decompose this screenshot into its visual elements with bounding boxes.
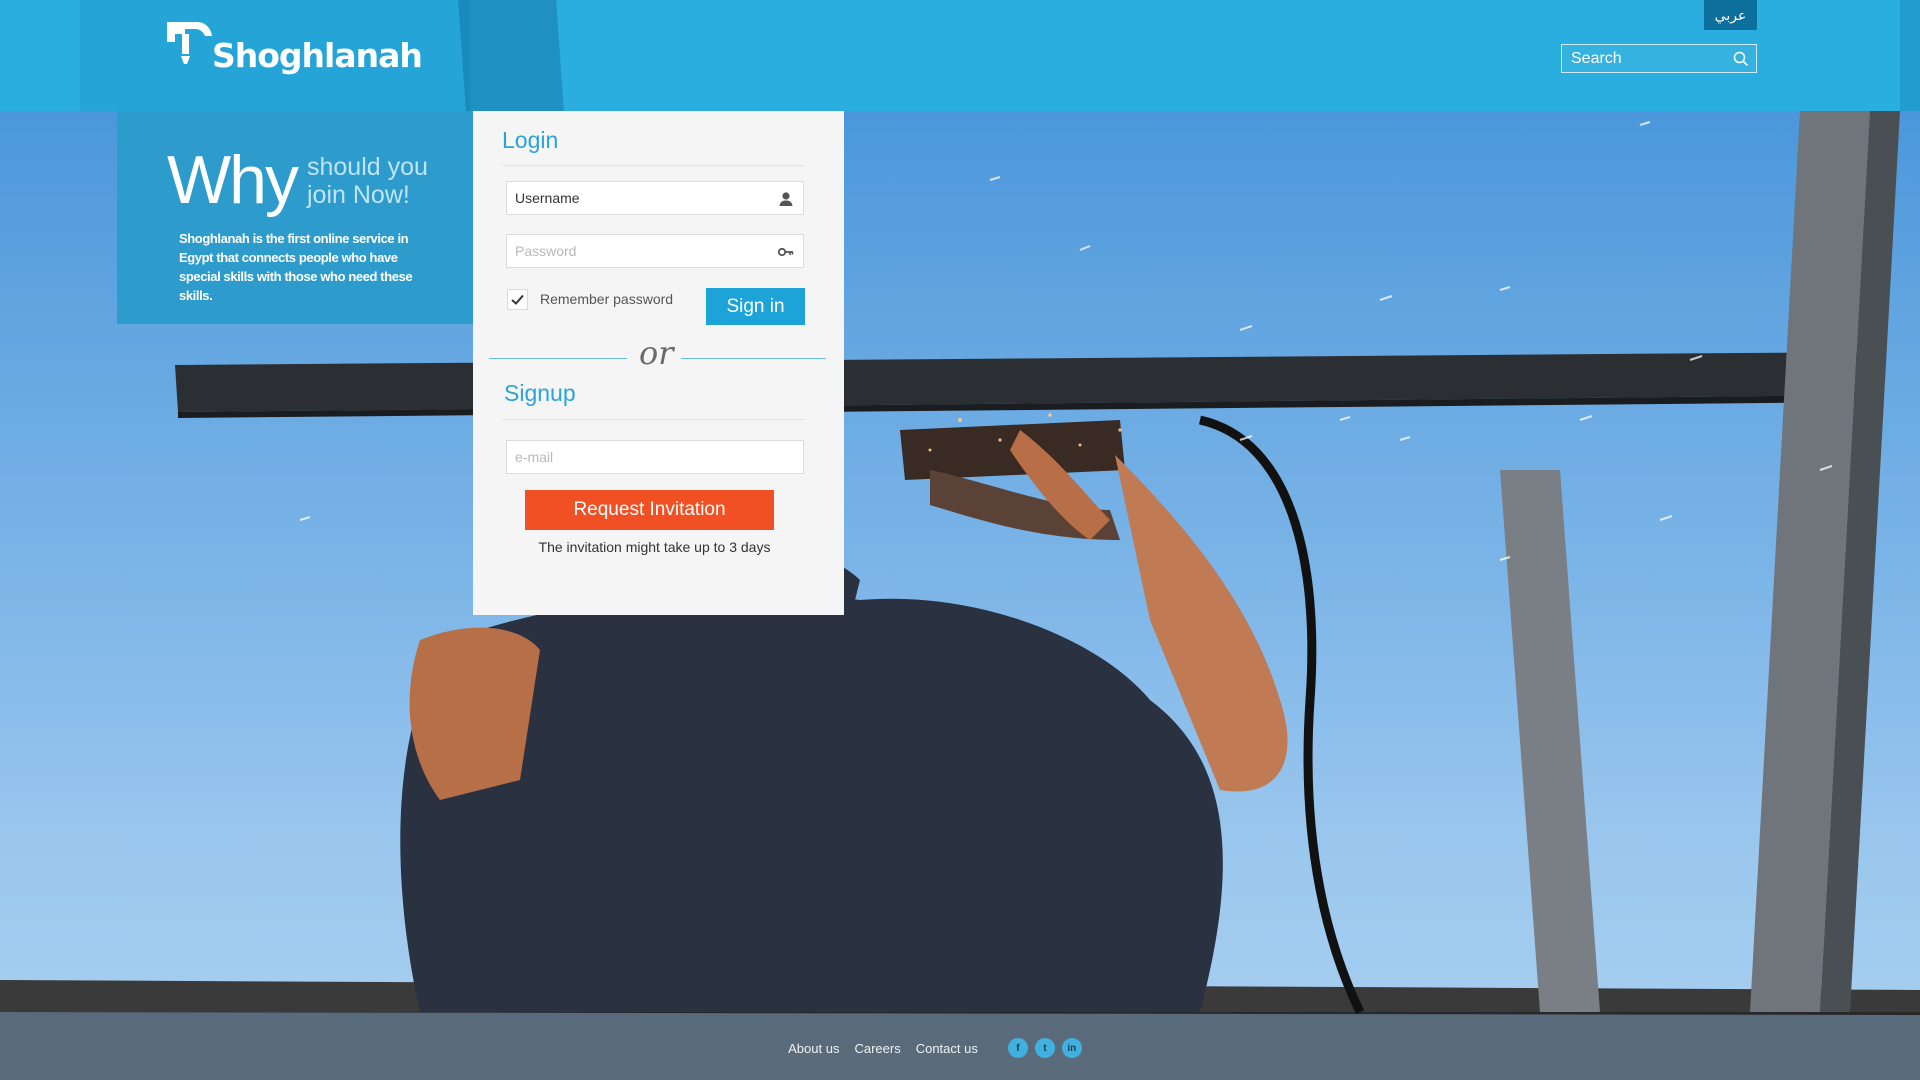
username-input[interactable] [507,182,803,214]
header-bar: Shoghlanah عربي [0,0,1920,111]
login-title-rule [502,165,805,166]
search-input[interactable] [1562,45,1730,72]
checkmark-icon [511,294,524,305]
twitter-icon[interactable]: t [1034,1038,1055,1058]
brand-name: Shoghlanah [212,36,423,75]
email-field [506,440,804,474]
footer-bar: About us Careers Contact us f t in [0,1012,1920,1080]
sign-in-button[interactable]: Sign in [706,288,805,325]
brand-logo[interactable]: Shoghlanah [165,20,423,82]
search-icon[interactable] [1732,50,1750,68]
header-shade [458,0,564,111]
divider-line-left [489,358,627,359]
username-field [506,181,804,215]
key-icon [777,247,794,257]
password-field [506,234,804,268]
footer-link-about-us[interactable]: About us [788,1041,839,1056]
invitation-note: The invitation might take up to 3 days [538,539,771,555]
request-invitation-button[interactable]: Request Invitation [525,490,774,530]
footer-link-contact-us[interactable]: Contact us [916,1041,978,1056]
linkedin-icon[interactable]: in [1061,1038,1082,1058]
facebook-icon[interactable]: f [1007,1038,1028,1058]
footer-nav: About us Careers Contact us f t in [0,1038,1920,1058]
signup-title-rule [502,419,805,420]
signup-title: Signup [504,380,576,406]
remember-password-label: Remember password [540,291,674,307]
search-box [1561,44,1757,73]
divider-line-right [681,358,826,359]
social-links: f t in [1007,1038,1082,1058]
divider-or: or [639,334,674,372]
why-heading: Why [167,142,299,218]
remember-password-checkbox[interactable] [507,289,528,310]
why-description: Shoghlanah is the first online service i… [179,231,413,303]
user-icon [779,192,793,206]
password-input[interactable] [507,235,803,267]
email-input[interactable] [507,441,803,473]
login-title: Login [502,127,559,153]
auth-card: Login Remember password Sign in or Signu… [473,111,844,615]
language-toggle-button[interactable]: عربي [1704,0,1757,30]
hammer-icon [167,22,212,64]
footer-link-careers[interactable]: Careers [854,1041,900,1056]
header-shade [1900,0,1920,111]
why-join-panel: Why should you join Now! Shoghlanah is t… [117,111,473,324]
why-subheading: should you join Now! [307,153,428,209]
